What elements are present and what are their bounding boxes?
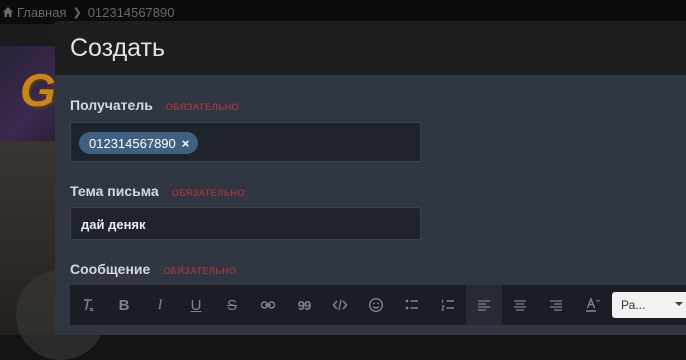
- background-logo: G: [20, 64, 56, 116]
- font-size-select[interactable]: Ра...: [612, 292, 686, 318]
- emoji-icon: [368, 297, 384, 313]
- numbered-list-icon: [441, 299, 454, 311]
- required-badge: ОБЯЗАТЕЛЬНО: [163, 266, 237, 276]
- compose-form: Получатель ОБЯЗАТЕЛЬНО 012314567890 × Те…: [55, 75, 686, 335]
- subject-input[interactable]: [79, 208, 413, 241]
- recipient-label-row: Получатель ОБЯЗАТЕЛЬНО: [70, 97, 239, 113]
- align-left-icon: [478, 300, 490, 311]
- recipient-field[interactable]: 012314567890 ×: [70, 122, 421, 162]
- align-right-button[interactable]: [538, 285, 574, 325]
- quote-button[interactable]: 99: [286, 285, 322, 325]
- required-badge: ОБЯЗАТЕЛЬНО: [165, 102, 240, 112]
- recipient-label: Получатель: [70, 97, 153, 113]
- breadcrumb-current: 012314567890: [87, 4, 175, 20]
- align-center-button[interactable]: [502, 285, 538, 325]
- align-center-icon: [514, 300, 526, 311]
- bulleted-list-icon: [405, 299, 418, 310]
- text-color-button[interactable]: [574, 285, 610, 325]
- bold-icon: B: [118, 296, 130, 314]
- modal-title: Создать: [70, 34, 166, 62]
- recipient-token-label: 012314567890: [89, 135, 176, 151]
- text-color-icon: [586, 297, 600, 312]
- italic-button[interactable]: I: [142, 285, 178, 325]
- chevron-down-icon: [675, 302, 683, 306]
- subject-label-row: Тема письма ОБЯЗАТЕЛЬНО: [70, 183, 245, 199]
- bold-button[interactable]: B: [106, 285, 142, 325]
- font-size-select-value: Ра...: [621, 298, 646, 312]
- bulleted-list-button[interactable]: [394, 285, 430, 325]
- message-label-row: Сообщение ОБЯЗАТЕЛЬНО: [70, 261, 237, 277]
- subject-field[interactable]: [70, 207, 421, 241]
- modal-header: Создать: [55, 21, 686, 75]
- editor-toolbar: B I U S 99: [70, 285, 686, 325]
- underline-button[interactable]: U: [178, 285, 214, 325]
- emoji-button[interactable]: [358, 285, 394, 325]
- remove-recipient-icon[interactable]: ×: [182, 136, 190, 151]
- quote-icon: 99: [297, 297, 312, 313]
- numbered-list-button[interactable]: [430, 285, 466, 325]
- message-label: Сообщение: [70, 261, 151, 277]
- link-icon: [260, 301, 276, 309]
- required-badge: ОБЯЗАТЕЛЬНО: [171, 188, 246, 198]
- clear-format-button[interactable]: [70, 285, 106, 325]
- strikethrough-icon: S: [226, 296, 237, 314]
- italic-icon: I: [157, 296, 163, 313]
- chevron-right-icon: ❯: [72, 6, 82, 19]
- strikethrough-button[interactable]: S: [214, 285, 250, 325]
- clear-format-icon: [84, 299, 94, 312]
- home-icon: [3, 7, 13, 17]
- breadcrumb-home-link[interactable]: Главная: [17, 5, 66, 20]
- align-left-button[interactable]: [466, 285, 502, 325]
- code-button[interactable]: [322, 285, 358, 325]
- underline-icon: U: [190, 296, 202, 314]
- align-right-icon: [550, 300, 562, 311]
- link-button[interactable]: [250, 285, 286, 325]
- code-icon: [332, 299, 348, 311]
- recipient-token: 012314567890 ×: [79, 132, 199, 154]
- subject-label: Тема письма: [70, 183, 159, 199]
